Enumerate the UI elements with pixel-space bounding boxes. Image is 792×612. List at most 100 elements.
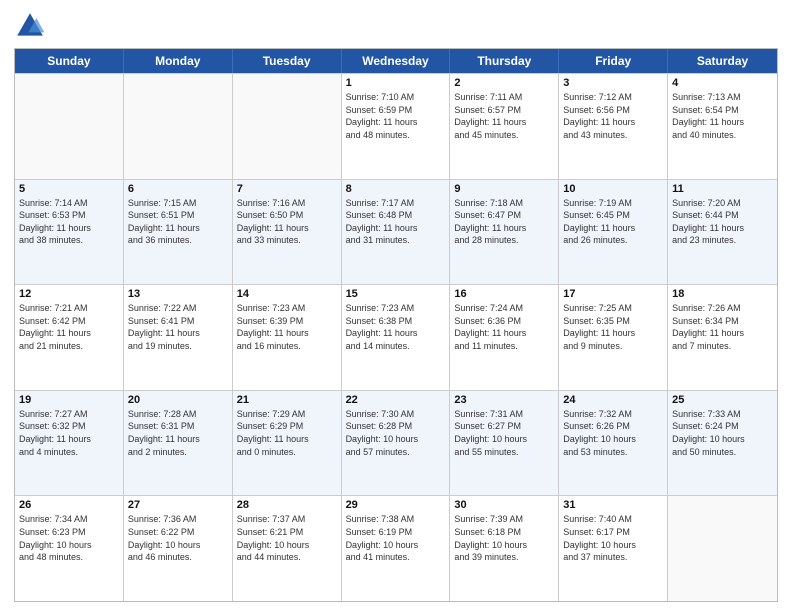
day-number: 19 bbox=[19, 394, 119, 406]
calendar-cell-1-1 bbox=[15, 74, 124, 179]
day-number: 20 bbox=[128, 394, 228, 406]
day-info: Sunrise: 7:13 AM Sunset: 6:54 PM Dayligh… bbox=[672, 91, 773, 141]
header-day-sunday: Sunday bbox=[15, 49, 124, 73]
calendar-row-3: 12 Sunrise: 7:21 AM Sunset: 6:42 PM Dayli… bbox=[15, 284, 777, 390]
day-info: Sunrise: 7:21 AM Sunset: 6:42 PM Dayligh… bbox=[19, 302, 119, 352]
logo-icon bbox=[14, 10, 46, 42]
day-number: 7 bbox=[237, 183, 337, 195]
day-info: Sunrise: 7:38 AM Sunset: 6:19 PM Dayligh… bbox=[346, 513, 446, 563]
calendar-cell-2-1: 5Sunrise: 7:14 AM Sunset: 6:53 PM Daylig… bbox=[15, 180, 124, 285]
day-number: 4 bbox=[672, 77, 773, 89]
calendar-cell-2-3: 7 Sunrise: 7:16 AM Sunset: 6:50 PM Daylig… bbox=[233, 180, 342, 285]
header-day-friday: Friday bbox=[559, 49, 668, 73]
day-number: 3 bbox=[563, 77, 663, 89]
day-number: 18 bbox=[672, 288, 773, 300]
day-number: 21 bbox=[237, 394, 337, 406]
day-number: 22 bbox=[346, 394, 446, 406]
day-number: 15 bbox=[346, 288, 446, 300]
calendar-cell-3-7: 18 Sunrise: 7:26 AM Sunset: 6:34 PM Dayli… bbox=[668, 285, 777, 390]
day-number: 11 bbox=[672, 183, 773, 195]
day-info: Sunrise: 7:37 AM Sunset: 6:21 PM Dayligh… bbox=[237, 513, 337, 563]
day-info: Sunrise: 7:32 AM Sunset: 6:26 PM Dayligh… bbox=[563, 408, 663, 458]
header-day-thursday: Thursday bbox=[450, 49, 559, 73]
day-info: Sunrise: 7:20 AM Sunset: 6:44 PM Dayligh… bbox=[672, 197, 773, 247]
calendar-cell-3-5: 16Sunrise: 7:24 AM Sunset: 6:36 PM Dayli… bbox=[450, 285, 559, 390]
calendar-cell-4-7: 25 Sunrise: 7:33 AM Sunset: 6:24 PM Dayli… bbox=[668, 391, 777, 496]
day-number: 12 bbox=[19, 288, 119, 300]
page: SundayMondayTuesdayWednesdayThursdayFrid… bbox=[0, 0, 792, 612]
calendar-cell-4-6: 24 Sunrise: 7:32 AM Sunset: 6:26 PM Dayli… bbox=[559, 391, 668, 496]
calendar-cell-4-2: 20 Sunrise: 7:28 AM Sunset: 6:31 PM Dayli… bbox=[124, 391, 233, 496]
calendar-cell-1-2 bbox=[124, 74, 233, 179]
day-info: Sunrise: 7:30 AM Sunset: 6:28 PM Dayligh… bbox=[346, 408, 446, 458]
day-info: Sunrise: 7:27 AM Sunset: 6:32 PM Dayligh… bbox=[19, 408, 119, 458]
day-number: 31 bbox=[563, 499, 663, 511]
logo bbox=[14, 10, 50, 42]
day-number: 13 bbox=[128, 288, 228, 300]
day-info: Sunrise: 7:39 AM Sunset: 6:18 PM Dayligh… bbox=[454, 513, 554, 563]
calendar-cell-1-3 bbox=[233, 74, 342, 179]
day-info: Sunrise: 7:12 AM Sunset: 6:56 PM Dayligh… bbox=[563, 91, 663, 141]
day-info: Sunrise: 7:36 AM Sunset: 6:22 PM Dayligh… bbox=[128, 513, 228, 563]
calendar-body: 1 Sunrise: 7:10 AM Sunset: 6:59 PM Daylig… bbox=[15, 73, 777, 601]
calendar-cell-5-3: 28 Sunrise: 7:37 AM Sunset: 6:21 PM Dayli… bbox=[233, 496, 342, 601]
day-info: Sunrise: 7:23 AM Sunset: 6:38 PM Dayligh… bbox=[346, 302, 446, 352]
day-number: 28 bbox=[237, 499, 337, 511]
day-number: 26 bbox=[19, 499, 119, 511]
calendar-cell-1-7: 4 Sunrise: 7:13 AM Sunset: 6:54 PM Daylig… bbox=[668, 74, 777, 179]
day-number: 2 bbox=[454, 77, 554, 89]
day-number: 29 bbox=[346, 499, 446, 511]
day-info: Sunrise: 7:40 AM Sunset: 6:17 PM Dayligh… bbox=[563, 513, 663, 563]
header-day-saturday: Saturday bbox=[668, 49, 777, 73]
day-info: Sunrise: 7:17 AM Sunset: 6:48 PM Dayligh… bbox=[346, 197, 446, 247]
header-day-wednesday: Wednesday bbox=[342, 49, 451, 73]
day-info: Sunrise: 7:25 AM Sunset: 6:35 PM Dayligh… bbox=[563, 302, 663, 352]
calendar-cell-4-4: 22 Sunrise: 7:30 AM Sunset: 6:28 PM Dayli… bbox=[342, 391, 451, 496]
calendar-row-2: 5Sunrise: 7:14 AM Sunset: 6:53 PM Daylig… bbox=[15, 179, 777, 285]
header-day-monday: Monday bbox=[124, 49, 233, 73]
calendar-cell-2-2: 6Sunrise: 7:15 AM Sunset: 6:51 PM Daylig… bbox=[124, 180, 233, 285]
calendar-header: SundayMondayTuesdayWednesdayThursdayFrid… bbox=[15, 49, 777, 73]
calendar-cell-4-1: 19 Sunrise: 7:27 AM Sunset: 6:32 PM Dayli… bbox=[15, 391, 124, 496]
day-info: Sunrise: 7:29 AM Sunset: 6:29 PM Dayligh… bbox=[237, 408, 337, 458]
calendar-cell-1-4: 1 Sunrise: 7:10 AM Sunset: 6:59 PM Daylig… bbox=[342, 74, 451, 179]
day-number: 6 bbox=[128, 183, 228, 195]
calendar-cell-1-5: 2Sunrise: 7:11 AM Sunset: 6:57 PM Daylig… bbox=[450, 74, 559, 179]
day-info: Sunrise: 7:33 AM Sunset: 6:24 PM Dayligh… bbox=[672, 408, 773, 458]
calendar-cell-1-6: 3 Sunrise: 7:12 AM Sunset: 6:56 PM Daylig… bbox=[559, 74, 668, 179]
day-number: 5 bbox=[19, 183, 119, 195]
calendar-cell-5-7 bbox=[668, 496, 777, 601]
day-info: Sunrise: 7:18 AM Sunset: 6:47 PM Dayligh… bbox=[454, 197, 554, 247]
calendar-cell-2-6: 10 Sunrise: 7:19 AM Sunset: 6:45 PM Dayli… bbox=[559, 180, 668, 285]
day-info: Sunrise: 7:16 AM Sunset: 6:50 PM Dayligh… bbox=[237, 197, 337, 247]
day-number: 27 bbox=[128, 499, 228, 511]
calendar-row-4: 19 Sunrise: 7:27 AM Sunset: 6:32 PM Dayli… bbox=[15, 390, 777, 496]
day-info: Sunrise: 7:26 AM Sunset: 6:34 PM Dayligh… bbox=[672, 302, 773, 352]
day-number: 8 bbox=[346, 183, 446, 195]
calendar-cell-3-1: 12 Sunrise: 7:21 AM Sunset: 6:42 PM Dayli… bbox=[15, 285, 124, 390]
day-number: 1 bbox=[346, 77, 446, 89]
calendar-cell-5-1: 26 Sunrise: 7:34 AM Sunset: 6:23 PM Dayli… bbox=[15, 496, 124, 601]
day-number: 16 bbox=[454, 288, 554, 300]
day-number: 14 bbox=[237, 288, 337, 300]
calendar-cell-3-3: 14Sunrise: 7:23 AM Sunset: 6:39 PM Dayli… bbox=[233, 285, 342, 390]
day-info: Sunrise: 7:22 AM Sunset: 6:41 PM Dayligh… bbox=[128, 302, 228, 352]
day-info: Sunrise: 7:31 AM Sunset: 6:27 PM Dayligh… bbox=[454, 408, 554, 458]
calendar-row-5: 26 Sunrise: 7:34 AM Sunset: 6:23 PM Dayli… bbox=[15, 495, 777, 601]
day-info: Sunrise: 7:10 AM Sunset: 6:59 PM Dayligh… bbox=[346, 91, 446, 141]
calendar-cell-2-4: 8 Sunrise: 7:17 AM Sunset: 6:48 PM Daylig… bbox=[342, 180, 451, 285]
day-number: 25 bbox=[672, 394, 773, 406]
day-info: Sunrise: 7:34 AM Sunset: 6:23 PM Dayligh… bbox=[19, 513, 119, 563]
header-day-tuesday: Tuesday bbox=[233, 49, 342, 73]
calendar-cell-5-4: 29 Sunrise: 7:38 AM Sunset: 6:19 PM Dayli… bbox=[342, 496, 451, 601]
day-info: Sunrise: 7:28 AM Sunset: 6:31 PM Dayligh… bbox=[128, 408, 228, 458]
calendar-cell-5-2: 27 Sunrise: 7:36 AM Sunset: 6:22 PM Dayli… bbox=[124, 496, 233, 601]
calendar-cell-3-6: 17Sunrise: 7:25 AM Sunset: 6:35 PM Dayli… bbox=[559, 285, 668, 390]
day-number: 9 bbox=[454, 183, 554, 195]
calendar: SundayMondayTuesdayWednesdayThursdayFrid… bbox=[14, 48, 778, 602]
calendar-row-1: 1 Sunrise: 7:10 AM Sunset: 6:59 PM Daylig… bbox=[15, 73, 777, 179]
calendar-cell-3-2: 13 Sunrise: 7:22 AM Sunset: 6:41 PM Dayli… bbox=[124, 285, 233, 390]
day-number: 10 bbox=[563, 183, 663, 195]
day-info: Sunrise: 7:19 AM Sunset: 6:45 PM Dayligh… bbox=[563, 197, 663, 247]
day-number: 24 bbox=[563, 394, 663, 406]
